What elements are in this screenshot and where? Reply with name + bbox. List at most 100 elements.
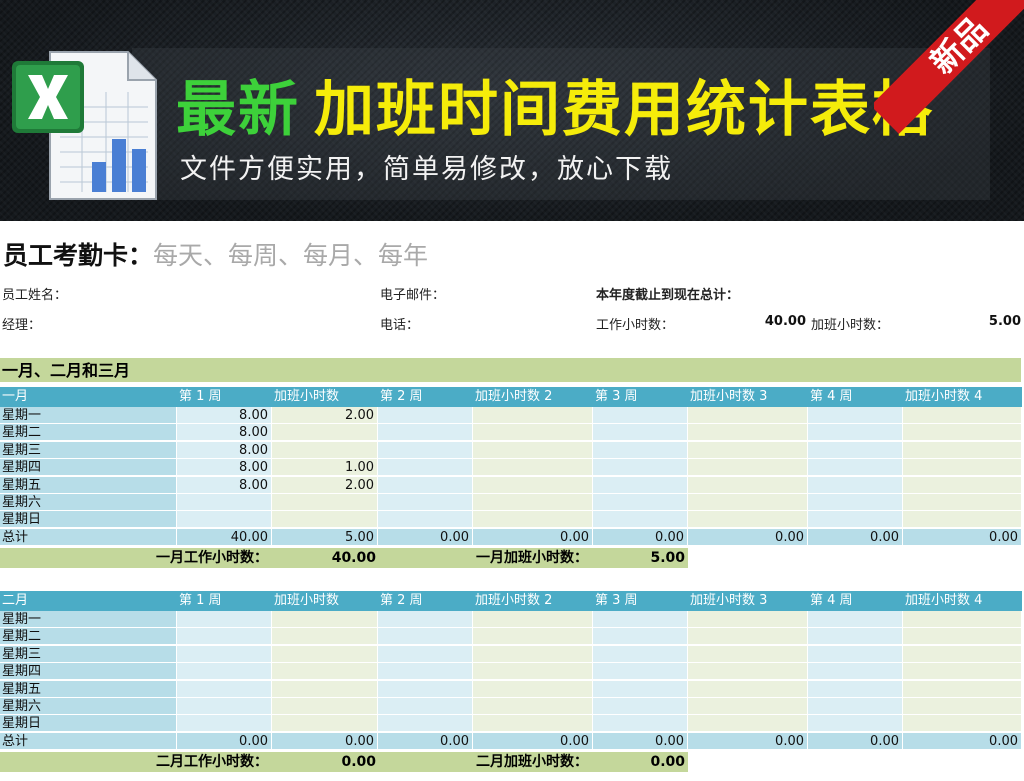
hours-cell[interactable] — [177, 611, 272, 628]
hours-cell[interactable] — [272, 645, 378, 663]
hours-cell[interactable] — [688, 645, 808, 663]
hours-cell[interactable] — [593, 645, 688, 663]
hours-cell[interactable] — [473, 476, 593, 494]
hours-cell[interactable] — [903, 645, 1022, 663]
hours-cell[interactable] — [378, 698, 473, 715]
hours-cell[interactable] — [473, 698, 593, 715]
hours-cell[interactable] — [272, 628, 378, 646]
hours-cell[interactable]: 8.00 — [177, 407, 272, 424]
hours-cell[interactable] — [593, 698, 688, 715]
hours-cell[interactable] — [593, 715, 688, 733]
hours-cell[interactable]: 8.00 — [177, 476, 272, 494]
hours-cell[interactable]: 2.00 — [272, 476, 378, 494]
hours-cell[interactable] — [808, 628, 903, 646]
hours-cell[interactable] — [808, 459, 903, 477]
hours-cell[interactable] — [808, 680, 903, 698]
hours-cell[interactable] — [593, 424, 688, 442]
hours-cell[interactable] — [688, 663, 808, 681]
hours-cell[interactable] — [903, 680, 1022, 698]
hours-cell[interactable] — [177, 628, 272, 646]
hours-cell[interactable] — [378, 628, 473, 646]
hours-cell[interactable] — [808, 698, 903, 715]
hours-cell[interactable] — [593, 494, 688, 511]
hours-cell[interactable] — [593, 628, 688, 646]
hours-cell[interactable] — [593, 663, 688, 681]
hours-cell[interactable] — [903, 698, 1022, 715]
hours-cell[interactable] — [808, 441, 903, 459]
hours-cell[interactable] — [688, 680, 808, 698]
hours-cell[interactable] — [808, 407, 903, 424]
hours-cell[interactable] — [688, 611, 808, 628]
hours-cell[interactable] — [378, 407, 473, 424]
hours-cell[interactable] — [688, 698, 808, 715]
hours-cell[interactable] — [272, 611, 378, 628]
hours-cell[interactable] — [808, 611, 903, 628]
hours-cell[interactable] — [688, 424, 808, 442]
ytd-work-hours-value[interactable]: 40.00 — [706, 314, 806, 329]
hours-cell[interactable] — [688, 459, 808, 477]
hours-cell[interactable] — [903, 476, 1022, 494]
hours-cell[interactable] — [808, 476, 903, 494]
hours-cell[interactable] — [272, 441, 378, 459]
hours-cell[interactable] — [177, 715, 272, 733]
hours-cell[interactable] — [272, 680, 378, 698]
hours-cell[interactable] — [378, 424, 473, 442]
hours-cell[interactable] — [473, 424, 593, 442]
hours-cell[interactable] — [378, 511, 473, 529]
hours-cell[interactable] — [688, 511, 808, 529]
hours-cell[interactable] — [378, 715, 473, 733]
hours-cell[interactable]: 2.00 — [272, 407, 378, 424]
hours-cell[interactable] — [808, 663, 903, 681]
hours-cell[interactable] — [593, 459, 688, 477]
hours-cell[interactable] — [473, 459, 593, 477]
hours-cell[interactable] — [272, 424, 378, 442]
hours-cell[interactable] — [903, 424, 1022, 442]
ytd-overtime-hours-value[interactable]: 5.00 — [920, 314, 1021, 329]
hours-cell[interactable] — [272, 511, 378, 529]
hours-cell[interactable] — [378, 459, 473, 477]
hours-cell[interactable] — [473, 663, 593, 681]
hours-cell[interactable] — [808, 715, 903, 733]
hours-cell[interactable] — [688, 441, 808, 459]
hours-cell[interactable] — [378, 476, 473, 494]
hours-cell[interactable] — [903, 628, 1022, 646]
hours-cell[interactable] — [593, 680, 688, 698]
hours-cell[interactable] — [177, 494, 272, 511]
hours-cell[interactable] — [903, 407, 1022, 424]
hours-cell[interactable] — [593, 441, 688, 459]
hours-cell[interactable] — [903, 611, 1022, 628]
hours-cell[interactable] — [593, 407, 688, 424]
hours-cell[interactable] — [688, 476, 808, 494]
hours-cell[interactable] — [378, 645, 473, 663]
hours-cell[interactable] — [473, 407, 593, 424]
hours-cell[interactable] — [473, 628, 593, 646]
hours-cell[interactable] — [473, 715, 593, 733]
hours-cell[interactable] — [378, 611, 473, 628]
hours-cell[interactable] — [593, 476, 688, 494]
hours-cell[interactable]: 1.00 — [272, 459, 378, 477]
hours-cell[interactable] — [903, 663, 1022, 681]
hours-cell[interactable] — [378, 663, 473, 681]
hours-cell[interactable] — [272, 663, 378, 681]
hours-cell[interactable] — [378, 441, 473, 459]
hours-cell[interactable] — [903, 494, 1022, 511]
hours-cell[interactable] — [272, 494, 378, 511]
hours-cell[interactable] — [903, 459, 1022, 477]
hours-cell[interactable] — [177, 698, 272, 715]
hours-cell[interactable] — [272, 715, 378, 733]
hours-cell[interactable] — [378, 494, 473, 511]
hours-cell[interactable] — [808, 511, 903, 529]
hours-cell[interactable] — [177, 663, 272, 681]
hours-cell[interactable] — [473, 680, 593, 698]
hours-cell[interactable] — [688, 628, 808, 646]
hours-cell[interactable]: 8.00 — [177, 424, 272, 442]
hours-cell[interactable] — [808, 424, 903, 442]
hours-cell[interactable] — [903, 511, 1022, 529]
hours-cell[interactable] — [473, 611, 593, 628]
hours-cell[interactable]: 8.00 — [177, 441, 272, 459]
hours-cell[interactable] — [593, 511, 688, 529]
hours-cell[interactable] — [903, 441, 1022, 459]
hours-cell[interactable] — [808, 494, 903, 511]
hours-cell[interactable] — [473, 494, 593, 511]
hours-cell[interactable] — [177, 511, 272, 529]
